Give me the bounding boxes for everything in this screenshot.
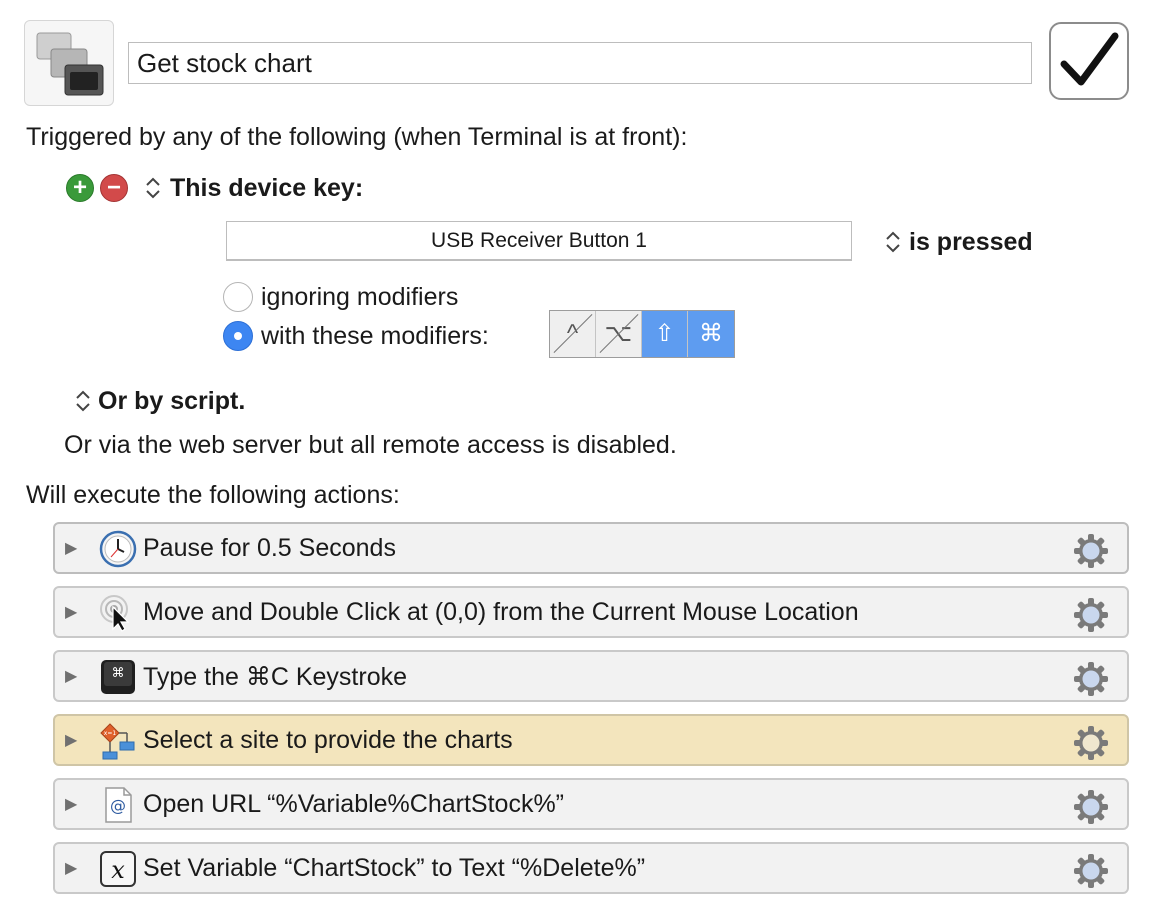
checkmark-icon <box>1060 32 1119 86</box>
script-trigger-label: Or by script. <box>98 387 246 415</box>
macro-icon[interactable] <box>24 20 114 106</box>
action-row[interactable]: ▶ @ Open URL “%Variable%ChartStock%” <box>53 778 1129 830</box>
action-label: Move and Double Click at (0,0) from the … <box>143 598 859 626</box>
control-modifier-toggle[interactable]: ^ <box>550 311 596 357</box>
up-down-chevron-icon <box>76 390 90 412</box>
disclosure-triangle-icon[interactable]: ▶ <box>65 666 77 686</box>
action-label: Set Variable “ChartStock” to Text “%Dele… <box>143 854 646 882</box>
up-down-chevron-icon <box>886 231 900 253</box>
shift-modifier-toggle[interactable]: ⇧ <box>642 311 688 357</box>
action-label: Type the ⌘C Keystroke <box>143 663 408 691</box>
action-row[interactable]: ▶ Move and Double Click at (0,0) from th… <box>53 586 1129 638</box>
with-modifiers-label: with these modifiers: <box>261 322 489 350</box>
ignoring-modifiers-label: ignoring modifiers <box>261 283 459 311</box>
action-row[interactable]: ▶ ⌘ Type the ⌘C Keystroke <box>53 650 1129 702</box>
disclosure-triangle-icon[interactable]: ▶ <box>65 730 77 750</box>
action-row[interactable]: ▶ Pause for 0.5 Seconds <box>53 522 1129 574</box>
action-label: Open URL “%Variable%ChartStock%” <box>143 790 564 818</box>
mouse-click-icon <box>100 595 130 632</box>
keystroke-icon: ⌘ <box>101 660 135 694</box>
gear-icon[interactable] <box>1073 789 1109 825</box>
gear-icon[interactable] <box>1073 661 1109 697</box>
gear-icon[interactable] <box>1073 533 1109 569</box>
macro-name-field[interactable]: Get stock chart <box>128 42 1032 84</box>
disclosure-triangle-icon[interactable]: ▶ <box>65 538 77 558</box>
disclosure-triangle-icon[interactable]: ▶ <box>65 858 77 878</box>
disclosure-triangle-icon[interactable]: ▶ <box>65 794 77 814</box>
add-trigger-button[interactable]: + <box>66 174 94 202</box>
trigger-type-label: This device key: <box>170 174 364 202</box>
modifier-keys-group: ^ ⌥ ⇧ ⌘ <box>549 310 735 358</box>
clock-icon <box>99 530 137 568</box>
gear-icon[interactable] <box>1073 853 1109 889</box>
windows-stack-icon <box>36 32 104 96</box>
up-down-chevron-icon <box>146 177 160 199</box>
macro-enabled-checkbox[interactable] <box>1049 22 1129 100</box>
option-modifier-toggle[interactable]: ⌥ <box>596 311 642 357</box>
disclosure-triangle-icon[interactable]: ▶ <box>65 602 77 622</box>
action-label: Select a site to provide the charts <box>143 726 513 754</box>
web-server-note: Or via the web server but all remote acc… <box>64 431 677 459</box>
url-document-icon: @ <box>105 787 132 823</box>
trigger-heading: Triggered by any of the following (when … <box>26 123 688 151</box>
action-row[interactable]: ▶ x=1 Select a site to provide the chart… <box>53 714 1129 766</box>
variable-icon: 𝑥 <box>100 851 136 887</box>
gear-icon[interactable] <box>1073 725 1109 761</box>
remove-trigger-button[interactable]: − <box>100 174 128 202</box>
svg-text:x=1: x=1 <box>104 730 117 737</box>
flowchart-icon: x=1 <box>100 723 135 760</box>
with-modifiers-radio[interactable] <box>223 321 253 351</box>
svg-text:⌘: ⌘ <box>112 666 125 681</box>
ignoring-modifiers-radio[interactable] <box>223 282 253 312</box>
action-label: Pause for 0.5 Seconds <box>143 534 396 562</box>
gear-icon[interactable] <box>1073 597 1109 633</box>
actions-heading: Will execute the following actions: <box>26 481 400 509</box>
action-row[interactable]: ▶ 𝑥 Set Variable “ChartStock” to Text “%… <box>53 842 1129 894</box>
device-key-field[interactable]: USB Receiver Button 1 <box>226 221 852 261</box>
svg-text:@: @ <box>110 796 126 815</box>
command-modifier-toggle[interactable]: ⌘ <box>688 311 734 357</box>
svg-text:𝑥: 𝑥 <box>111 856 125 884</box>
key-state-label: is pressed <box>909 228 1033 256</box>
